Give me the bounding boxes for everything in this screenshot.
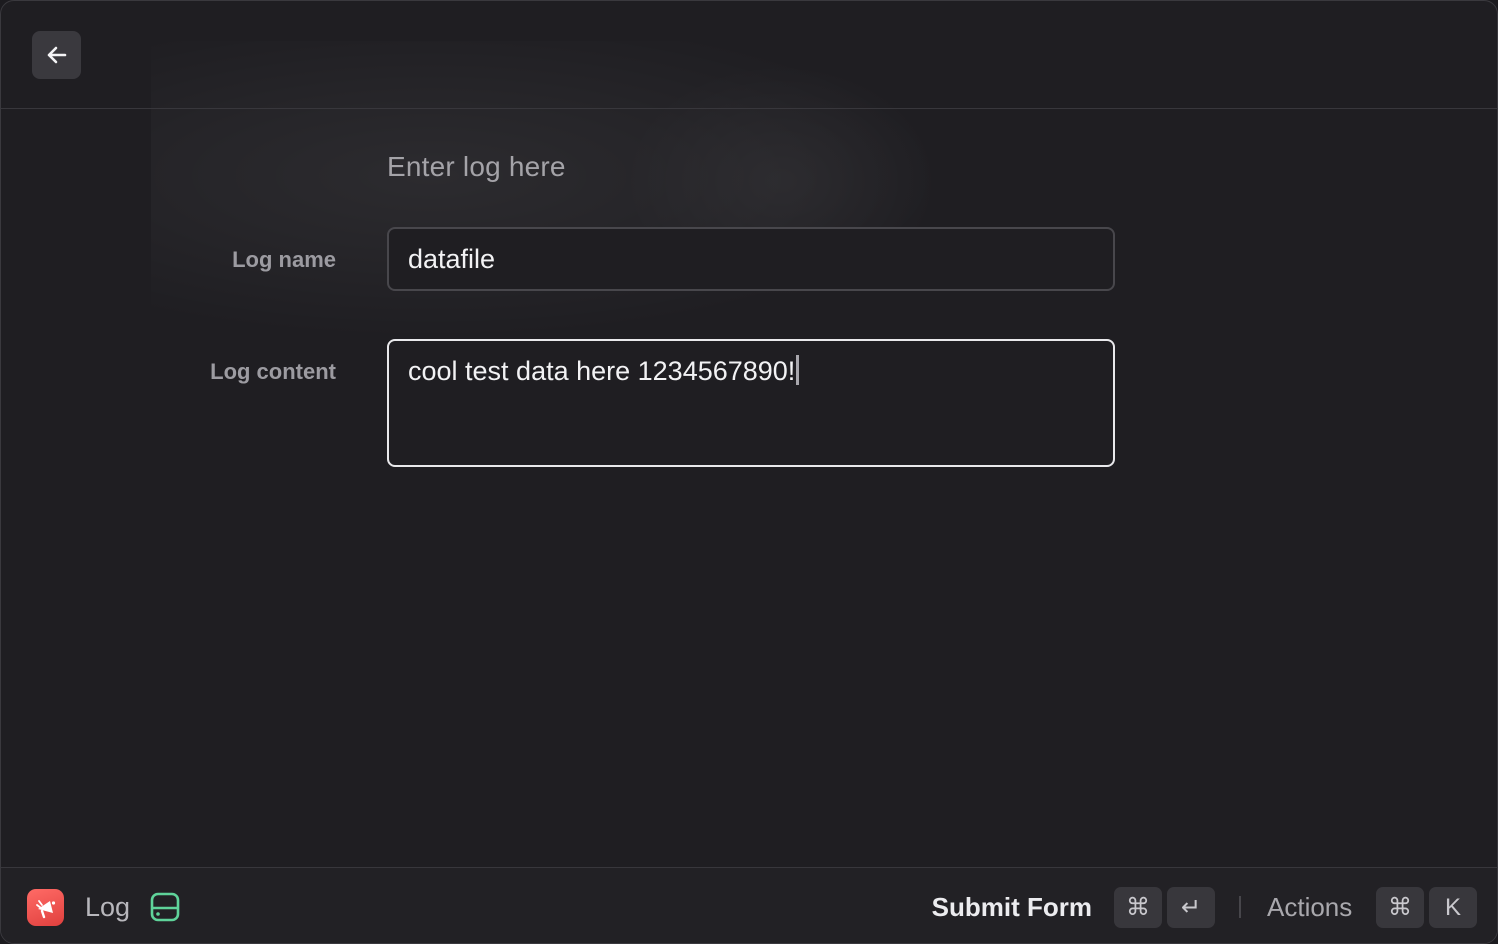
log-content-value: cool test data here 1234567890! xyxy=(408,356,796,386)
log-name-label: Log name xyxy=(232,247,336,272)
command-key: ⌘ xyxy=(1114,887,1162,928)
action-bar-divider xyxy=(1239,896,1241,918)
app-icon xyxy=(27,889,64,926)
log-name-input[interactable]: datafile xyxy=(387,227,1115,291)
arrow-left-icon xyxy=(47,46,66,64)
command-key: ⌘ xyxy=(1376,887,1424,928)
action-bar: Log Submit Form ⌘ ↵ Actions ⌘ K xyxy=(1,867,1497,943)
log-name-value: datafile xyxy=(408,244,496,274)
back-button[interactable] xyxy=(32,31,81,79)
text-caret xyxy=(796,355,800,385)
header-bar xyxy=(1,1,1497,109)
k-key: K xyxy=(1429,887,1477,928)
extension-window: Enter log here Log name datafile Log con… xyxy=(0,0,1498,944)
command-title: Log xyxy=(85,892,131,922)
log-content-label: Log content xyxy=(210,359,336,384)
hard-drive-icon xyxy=(150,892,180,922)
return-key: ↵ xyxy=(1167,887,1215,928)
form-description: Enter log here xyxy=(387,151,566,182)
actions-button[interactable]: Actions xyxy=(1267,892,1352,923)
megaphone-icon xyxy=(35,899,55,918)
log-content-textarea[interactable]: cool test data here 1234567890! xyxy=(387,339,1115,467)
submit-form-button[interactable]: Submit Form xyxy=(932,892,1092,923)
